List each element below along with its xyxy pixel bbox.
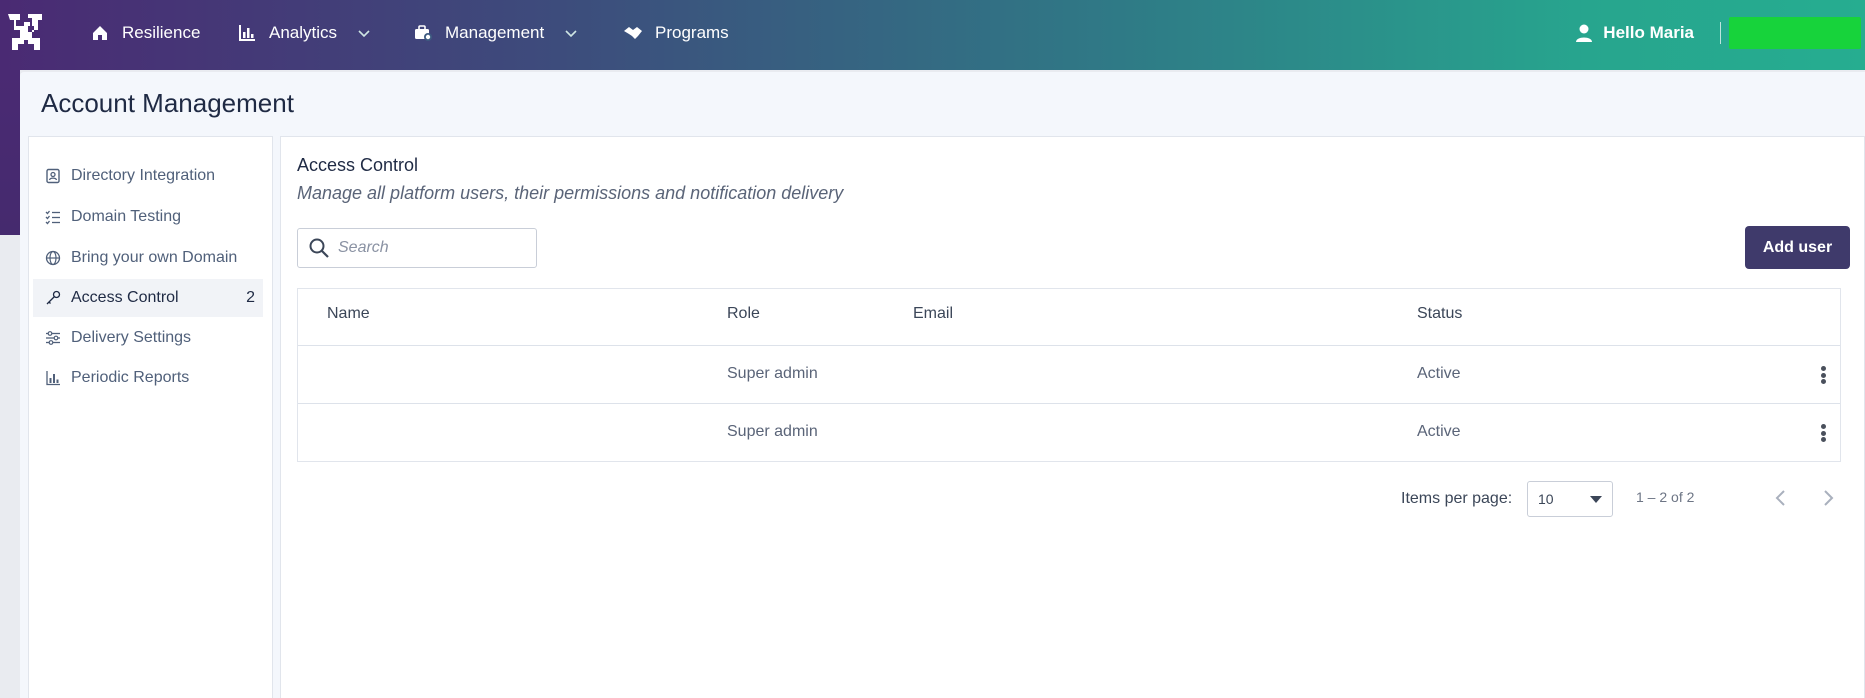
table-divider <box>298 345 1840 346</box>
sidebar-item-access-control[interactable]: Access Control 2 <box>33 279 263 317</box>
items-per-page-value: 10 <box>1538 491 1554 507</box>
globe-icon <box>45 250 61 266</box>
chevron-down-icon <box>564 26 578 40</box>
chevron-left-icon <box>1774 489 1788 507</box>
row-actions-menu-icon[interactable] <box>1815 421 1831 445</box>
cell-status: Active <box>1417 365 1461 382</box>
user-greeting[interactable]: Hello Maria <box>1603 23 1694 43</box>
nav-resilience[interactable]: Resilience <box>90 0 200 66</box>
column-header-role[interactable]: Role <box>727 305 760 323</box>
nav-management[interactable]: Management <box>413 0 578 66</box>
section-title: Access Control <box>297 155 419 175</box>
users-table: Name Role Email Status Super admin Activ… <box>297 288 1841 462</box>
chevron-right-icon <box>1821 489 1835 507</box>
next-page-button[interactable] <box>1812 482 1844 514</box>
background-strip <box>0 70 20 235</box>
nav-programs[interactable]: Programs <box>623 0 729 66</box>
nav-label: Resilience <box>122 23 201 42</box>
items-per-page-select[interactable]: 10 <box>1527 481 1613 517</box>
nav-analytics[interactable]: Analytics <box>237 0 371 66</box>
sidebar-item-label: Directory Integration <box>71 167 216 184</box>
top-nav-bar: Resilience Analytics Management Programs… <box>0 0 1865 70</box>
sliders-icon <box>45 330 61 346</box>
nav-label: Programs <box>655 23 729 42</box>
home-icon <box>90 23 110 43</box>
sidebar-item-label: Access Control <box>71 289 179 306</box>
column-header-name[interactable]: Name <box>327 305 370 323</box>
previous-page-button[interactable] <box>1765 482 1797 514</box>
column-header-status[interactable]: Status <box>1417 305 1462 323</box>
green-action-button[interactable] <box>1729 17 1861 49</box>
add-user-button[interactable]: Add user <box>1745 226 1850 269</box>
key-icon <box>45 290 61 306</box>
bar-chart-icon <box>237 23 257 43</box>
main-panel: Account Management Directory Integration… <box>20 72 1865 698</box>
search-icon <box>308 237 330 259</box>
sidebar-item-label: Delivery Settings <box>71 329 192 346</box>
contact-card-icon <box>45 168 61 184</box>
cell-status: Active <box>1417 423 1461 440</box>
handshake-icon <box>623 23 643 43</box>
logo-icon[interactable] <box>6 10 52 56</box>
caret-down-icon <box>1590 496 1602 503</box>
checklist-icon <box>45 209 61 225</box>
user-area: Hello Maria <box>1575 0 1865 66</box>
sidebar-item-count: 2 <box>246 289 255 306</box>
cell-role: Super admin <box>727 365 818 382</box>
column-header-email[interactable]: Email <box>913 305 953 323</box>
cell-role: Super admin <box>727 423 818 440</box>
settings-sidebar: Directory Integration Domain Testing Bri… <box>28 136 273 698</box>
bar-chart-icon <box>45 370 61 386</box>
user-icon[interactable] <box>1575 23 1593 43</box>
nav-label: Analytics <box>269 23 338 42</box>
pagination-range: 1 – 2 of 2 <box>1636 489 1695 505</box>
sidebar-item-periodic-reports[interactable]: Periodic Reports <box>33 359 263 397</box>
sidebar-item-delivery-settings[interactable]: Delivery Settings <box>33 319 263 357</box>
sidebar-item-label: Domain Testing <box>71 208 181 225</box>
table-divider <box>298 403 1840 404</box>
nav-divider <box>1720 22 1721 44</box>
items-per-page-label: Items per page: <box>1401 490 1513 507</box>
sidebar-item-bring-your-own-domain[interactable]: Bring your own Domain <box>33 239 263 277</box>
sidebar-item-label: Periodic Reports <box>71 369 190 386</box>
access-control-panel: Access Control Manage all platform users… <box>280 136 1865 698</box>
sidebar-item-domain-testing[interactable]: Domain Testing <box>33 198 263 236</box>
search-input[interactable] <box>338 239 518 257</box>
search-box <box>297 228 537 268</box>
sidebar-item-label: Bring your own Domain <box>71 249 238 266</box>
sidebar-item-directory-integration[interactable]: Directory Integration <box>33 157 263 195</box>
nav-label: Management <box>445 23 545 42</box>
briefcase-gear-icon <box>413 23 433 43</box>
page-title: Account Management <box>41 88 294 118</box>
row-actions-menu-icon[interactable] <box>1815 363 1831 387</box>
chevron-down-icon <box>357 26 371 40</box>
section-subtitle: Manage all platform users, their permiss… <box>297 183 844 203</box>
